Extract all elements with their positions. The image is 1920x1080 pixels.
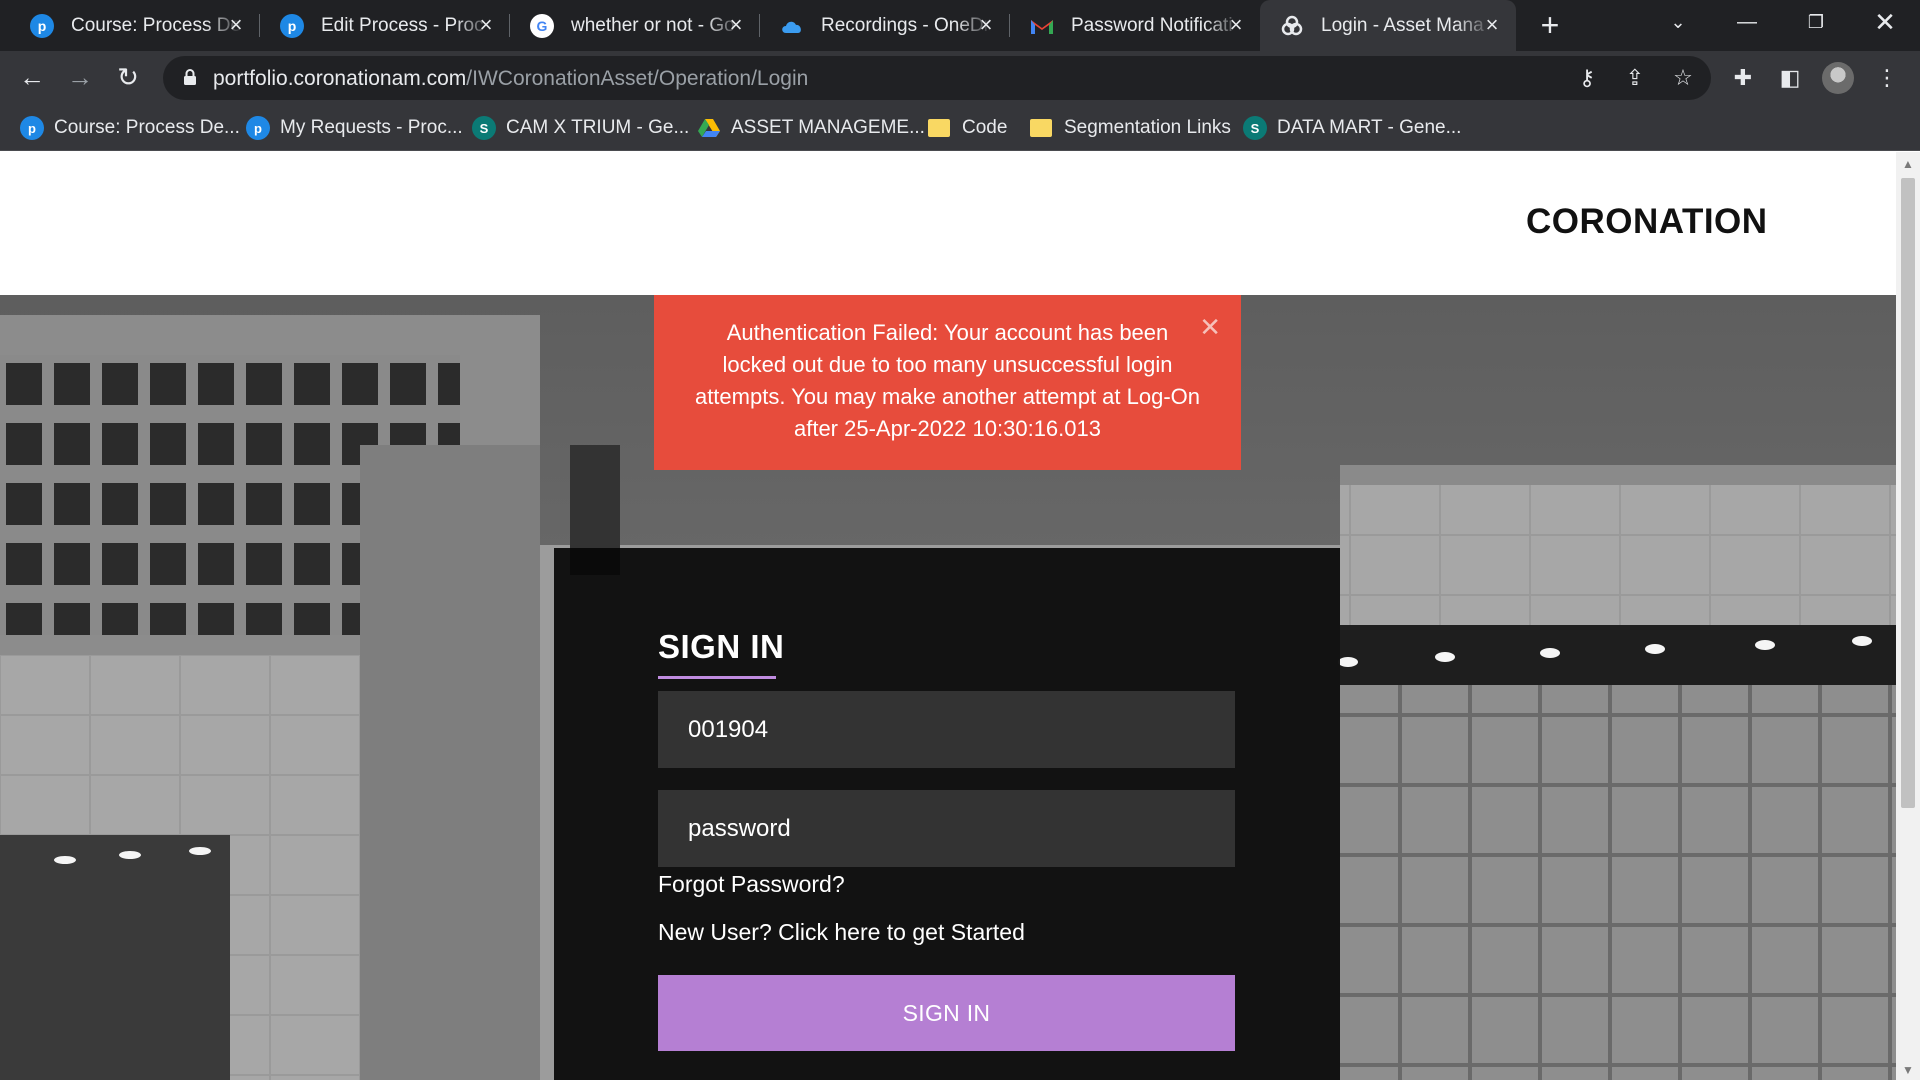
side-panel-icon[interactable]: ◧ <box>1773 61 1807 95</box>
url-host: portfolio.coronationam.com <box>213 67 467 90</box>
onedrive-cloud-icon <box>780 14 804 38</box>
process-p-icon: p <box>30 13 54 38</box>
bookmark-label: CAM X TRIUM - Ge... <box>506 117 690 138</box>
tab-search-icon[interactable]: ⌄ <box>1648 0 1708 45</box>
tab-course-process[interactable]: p Course: Process De × <box>10 0 260 51</box>
bookmarks-bar: p Course: Process De... p My Requests - … <box>0 105 1920 151</box>
sharepoint-icon: S <box>472 116 496 140</box>
username-field[interactable]: 001904 <box>658 691 1235 768</box>
bookmark-label: My Requests - Proc... <box>280 117 463 138</box>
restore-icon[interactable]: ❐ <box>1786 0 1846 45</box>
tab-onedrive-recordings[interactable]: Recordings - OneDr × <box>760 0 1010 51</box>
bookmark-label: ASSET MANAGEME... <box>731 117 925 138</box>
close-tab-icon[interactable]: × <box>974 13 998 37</box>
tab-title: Course: Process De <box>71 14 242 36</box>
lock-icon <box>184 69 196 85</box>
bookmark-cam-x-trium[interactable]: S CAM X TRIUM - Ge... <box>472 113 689 143</box>
heading-underline <box>658 676 776 679</box>
bookmark-label: DATA MART - Gene... <box>1277 117 1462 138</box>
sharepoint-icon: S <box>1243 116 1267 140</box>
bookmark-code[interactable]: Code <box>928 113 1007 143</box>
tab-login-asset-management[interactable]: Login - Asset Mana × <box>1260 0 1516 51</box>
share-icon[interactable]: ⇪ <box>1621 64 1649 92</box>
bookmark-my-requests[interactable]: p My Requests - Proc... <box>246 113 463 143</box>
process-p-icon: p <box>246 116 270 140</box>
new-user-link[interactable]: New User? Click here to get Started <box>658 919 1025 946</box>
drive-icon <box>697 116 721 140</box>
page-scrollbar[interactable]: ▲ ▼ <box>1896 152 1920 1080</box>
gmail-icon <box>1030 14 1054 38</box>
minimize-icon[interactable]: — <box>1717 0 1777 45</box>
coronation-logo: CORONATION <box>1526 202 1768 241</box>
address-bar[interactable]: portfolio.coronationam.com/IWCoronationA… <box>163 56 1711 100</box>
profile-avatar[interactable] <box>1822 62 1854 94</box>
tab-edit-process[interactable]: p Edit Process - Proc × <box>260 0 510 51</box>
star-icon[interactable]: ☆ <box>1669 64 1697 92</box>
back-icon[interactable]: ← <box>14 59 50 95</box>
close-tab-icon[interactable]: × <box>224 13 248 37</box>
tab-strip: p Course: Process De × p Edit Process - … <box>0 0 1920 51</box>
close-tab-icon[interactable]: × <box>724 13 748 37</box>
browser-toolbar: ← → ↻ portfolio.coronationam.com/IWCoron… <box>0 51 1920 105</box>
folder-icon <box>1030 119 1052 137</box>
bookmark-asset-management[interactable]: ASSET MANAGEME... <box>697 113 925 143</box>
url-text: portfolio.coronationam.com/IWCoronationA… <box>213 67 808 91</box>
bookmark-segmentation-links[interactable]: Segmentation Links <box>1030 113 1231 143</box>
url-path: /IWCoronationAsset/Operation/Login <box>466 67 809 90</box>
bookmark-label: Code <box>962 117 1008 138</box>
forward-icon[interactable]: → <box>62 59 98 95</box>
bookmark-label: Course: Process De... <box>54 117 240 138</box>
process-p-icon: p <box>20 116 44 140</box>
password-field[interactable]: password <box>658 790 1235 867</box>
scroll-down-icon[interactable]: ▼ <box>1896 1062 1920 1078</box>
brand-header: CORONATION <box>0 152 1896 295</box>
menu-icon[interactable]: ⋮ <box>1870 61 1904 95</box>
close-window-icon[interactable]: ✕ <box>1855 0 1915 45</box>
alert-message: Authentication Failed: Your account has … <box>694 320 1201 441</box>
process-p-icon: p <box>280 13 304 38</box>
signin-heading: SIGN IN <box>658 628 785 665</box>
reload-icon[interactable]: ↻ <box>110 59 146 95</box>
close-icon[interactable]: ✕ <box>1199 313 1221 341</box>
bookmark-label: Segmentation Links <box>1064 117 1231 138</box>
page-viewport: CORONATION Authentication Failed: Your a… <box>0 152 1896 1080</box>
coronation-icon <box>1280 14 1304 38</box>
signin-panel: SIGN IN 001904 password Forgot Password?… <box>554 548 1340 1080</box>
bookmark-course-process[interactable]: p Course: Process De... <box>20 113 240 143</box>
bookmark-data-mart[interactable]: S DATA MART - Gene... <box>1243 113 1461 143</box>
google-g-icon: G <box>530 13 554 38</box>
extensions-icon[interactable]: ✚ <box>1726 61 1760 95</box>
folder-icon <box>928 119 950 137</box>
close-tab-icon[interactable]: × <box>474 13 498 37</box>
tab-title: whether or not - Go <box>571 14 735 36</box>
key-icon[interactable]: ⚷ <box>1573 64 1601 92</box>
forgot-password-link[interactable]: Forgot Password? <box>658 871 845 898</box>
tab-title: Password Notificati <box>1071 14 1233 36</box>
close-tab-icon[interactable]: × <box>1480 13 1504 37</box>
authentication-error-alert: Authentication Failed: Your account has … <box>654 295 1241 470</box>
new-tab-icon[interactable]: + <box>1532 8 1568 44</box>
tab-title: Login - Asset Mana <box>1321 14 1484 36</box>
tab-title: Edit Process - Proc <box>321 14 484 36</box>
signin-button[interactable]: SIGN IN <box>658 975 1235 1051</box>
scrollbar-thumb[interactable] <box>1901 178 1915 808</box>
scroll-up-icon[interactable]: ▲ <box>1896 156 1920 172</box>
tab-title: Recordings - OneDr <box>821 14 990 36</box>
tab-google-search[interactable]: G whether or not - Go × <box>510 0 760 51</box>
close-tab-icon[interactable]: × <box>1224 13 1248 37</box>
tab-gmail-password[interactable]: Password Notificati × <box>1010 0 1260 51</box>
